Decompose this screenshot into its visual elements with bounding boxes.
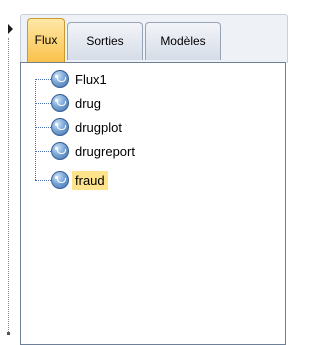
tree-branch-line <box>35 179 51 181</box>
streams-tree: Flux1 drug drugplot drugreport fraud <box>21 63 285 263</box>
tab-sorties[interactable]: Sorties <box>67 22 143 60</box>
streams-panel: Flux1 drug drugplot drugreport fraud <box>20 62 286 345</box>
stream-icon <box>51 118 69 136</box>
tree-item-label[interactable]: Flux1 <box>72 70 110 89</box>
tree-item-label[interactable]: fraud <box>72 170 108 190</box>
splitter-grip[interactable] <box>8 38 10 334</box>
tree-branch-line <box>35 150 51 152</box>
stream-icon <box>51 94 69 112</box>
tab-modeles[interactable]: Modèles <box>145 22 221 60</box>
tree-item-drug[interactable]: drug <box>35 92 104 114</box>
tab-strip: Flux Sorties Modèles <box>20 14 288 63</box>
stream-icon <box>51 142 69 160</box>
tree-item-drugreport[interactable]: drugreport <box>35 140 138 162</box>
tree-item-label[interactable]: drug <box>72 94 104 113</box>
tree-branch-line <box>35 102 51 104</box>
tree-item-label[interactable]: drugplot <box>72 118 125 137</box>
splitter-grip-end <box>7 332 10 335</box>
tree-item-label[interactable]: drugreport <box>72 142 138 161</box>
stream-icon <box>51 171 69 189</box>
collapse-arrow-icon[interactable] <box>8 24 13 34</box>
tree-branch-line <box>35 78 51 80</box>
panel-splitter[interactable] <box>0 0 14 345</box>
stream-icon <box>51 70 69 88</box>
tree-item-drugplot[interactable]: drugplot <box>35 116 125 138</box>
tree-branch-line <box>35 126 51 128</box>
tab-flux[interactable]: Flux <box>27 18 65 62</box>
tree-item-flux1[interactable]: Flux1 <box>35 68 110 90</box>
tree-item-fraud[interactable]: fraud <box>35 169 108 191</box>
